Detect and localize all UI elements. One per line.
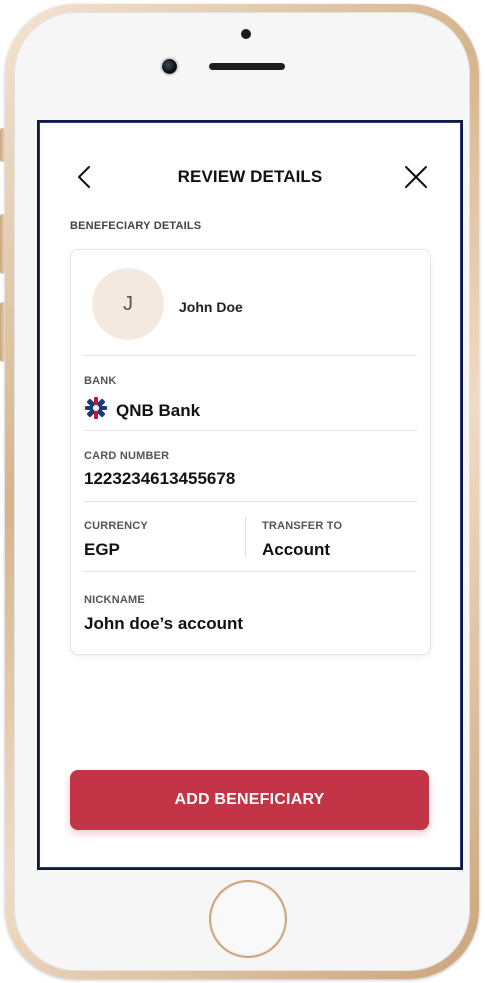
close-icon[interactable] [403, 164, 429, 190]
qnb-bank-logo-icon [84, 396, 108, 425]
beneficiary-card: J John Doe BANK QNB Bank CARD NUMBER 122… [70, 249, 431, 655]
stage: REVIEW DETAILS BENEFECIARY DETAILS J Joh… [0, 0, 485, 983]
volume-down-button [0, 302, 5, 362]
earpiece-speaker [209, 63, 285, 70]
header-bar: REVIEW DETAILS [39, 162, 461, 192]
front-camera [162, 59, 177, 74]
divider [84, 571, 417, 572]
divider [84, 355, 417, 356]
page-title: REVIEW DETAILS [177, 167, 323, 186]
card-number-value: 1223234613455678 [84, 469, 236, 488]
currency-value: EGP [84, 540, 120, 559]
card-number-label: CARD NUMBER [84, 450, 170, 462]
divider [84, 430, 417, 431]
proximity-sensor [241, 29, 251, 39]
beneficiary-name: John Doe [179, 299, 243, 315]
app-screen: REVIEW DETAILS BENEFECIARY DETAILS J Joh… [37, 120, 463, 870]
mute-switch [0, 128, 5, 162]
avatar: J [92, 268, 164, 340]
add-beneficiary-button[interactable]: ADD BENEFICIARY [70, 770, 429, 830]
nickname-value: John doe’s account [84, 614, 244, 633]
transfer-to-value: Account [262, 540, 330, 559]
bank-label: BANK [84, 375, 117, 387]
transfer-to-label: TRANSFER TO [262, 520, 343, 532]
home-button[interactable] [211, 882, 285, 956]
nickname-label: NICKNAME [84, 594, 145, 606]
volume-up-button [0, 214, 5, 274]
divider [84, 501, 417, 502]
currency-label: CURRENCY [84, 520, 148, 532]
bank-row: QNB Bank [84, 396, 200, 425]
vertical-divider [245, 517, 246, 557]
avatar-initial: J [123, 292, 133, 315]
section-label: BENEFECIARY DETAILS [70, 220, 202, 232]
bank-value: QNB Bank [116, 400, 201, 420]
